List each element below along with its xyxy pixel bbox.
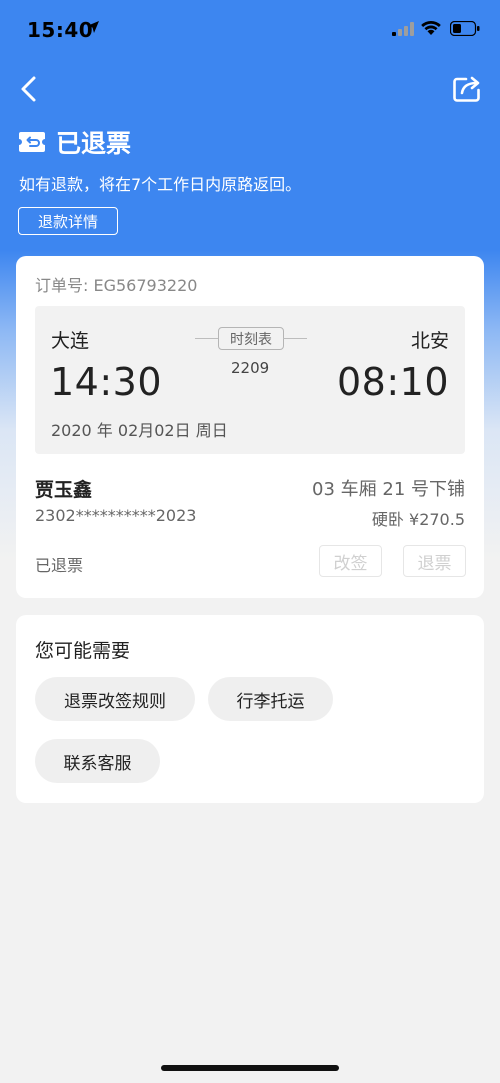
wifi-icon [421, 20, 441, 35]
status-title: 已退票 [56, 129, 132, 158]
suggestions-title: 您可能需要 [35, 640, 131, 662]
order-number: 订单号: EG56793220 [35, 276, 198, 295]
cellular-signal-icon [392, 22, 414, 36]
train-number: 2209 [231, 359, 270, 377]
luggage-checkin-button[interactable]: 行李托运 [208, 677, 333, 721]
divider [195, 338, 219, 339]
home-indicator[interactable] [161, 1065, 339, 1071]
refund-ticket-button[interactable]: 退票 [403, 545, 466, 577]
location-arrow-icon [87, 21, 99, 33]
ticket-icon [19, 132, 45, 152]
battery-icon [450, 21, 480, 36]
departure-time: 14:30 [50, 360, 163, 404]
change-ticket-button[interactable]: 改签 [319, 545, 382, 577]
ticket-status: 已退票 [35, 556, 84, 575]
contact-support-button[interactable]: 联系客服 [35, 739, 160, 783]
share-button[interactable] [451, 73, 483, 105]
passenger-name: 贾玉鑫 [35, 479, 93, 501]
divider [283, 338, 307, 339]
trip-date: 2020 年 02月02日 周日 [51, 421, 228, 440]
arrival-station: 北安 [410, 330, 449, 352]
chevron-left-icon [21, 76, 36, 102]
timetable-button[interactable]: 时刻表 [218, 327, 284, 350]
back-button[interactable] [16, 74, 44, 104]
suggestions-card: 您可能需要 退票改签规则 行李托运 联系客服 [16, 615, 484, 803]
arrival-time: 08:10 [336, 360, 449, 404]
seat-type-price: 硬卧 ¥270.5 [371, 510, 465, 529]
departure-station: 大连 [51, 330, 90, 352]
status-time: 15:40 [27, 18, 94, 42]
refund-detail-button[interactable]: 退款详情 [18, 207, 118, 235]
refund-note: 如有退款，将在7个工作日内原路返回。 [19, 175, 302, 194]
order-card: 订单号: EG56793220 大连 北安 时刻表 14:30 2209 08:… [16, 256, 484, 598]
id-number: 2302**********2023 [35, 506, 197, 525]
share-icon [453, 76, 480, 102]
order-status-header: 已退票 [18, 124, 131, 160]
status-bar: 15:40 [0, 0, 500, 60]
seat-info: 03 车厢 21 号下铺 [312, 479, 465, 500]
refund-rules-button[interactable]: 退票改签规则 [35, 677, 195, 721]
trip-info: 大连 北安 时刻表 14:30 2209 08:10 2020 年 02月02日… [35, 306, 465, 454]
